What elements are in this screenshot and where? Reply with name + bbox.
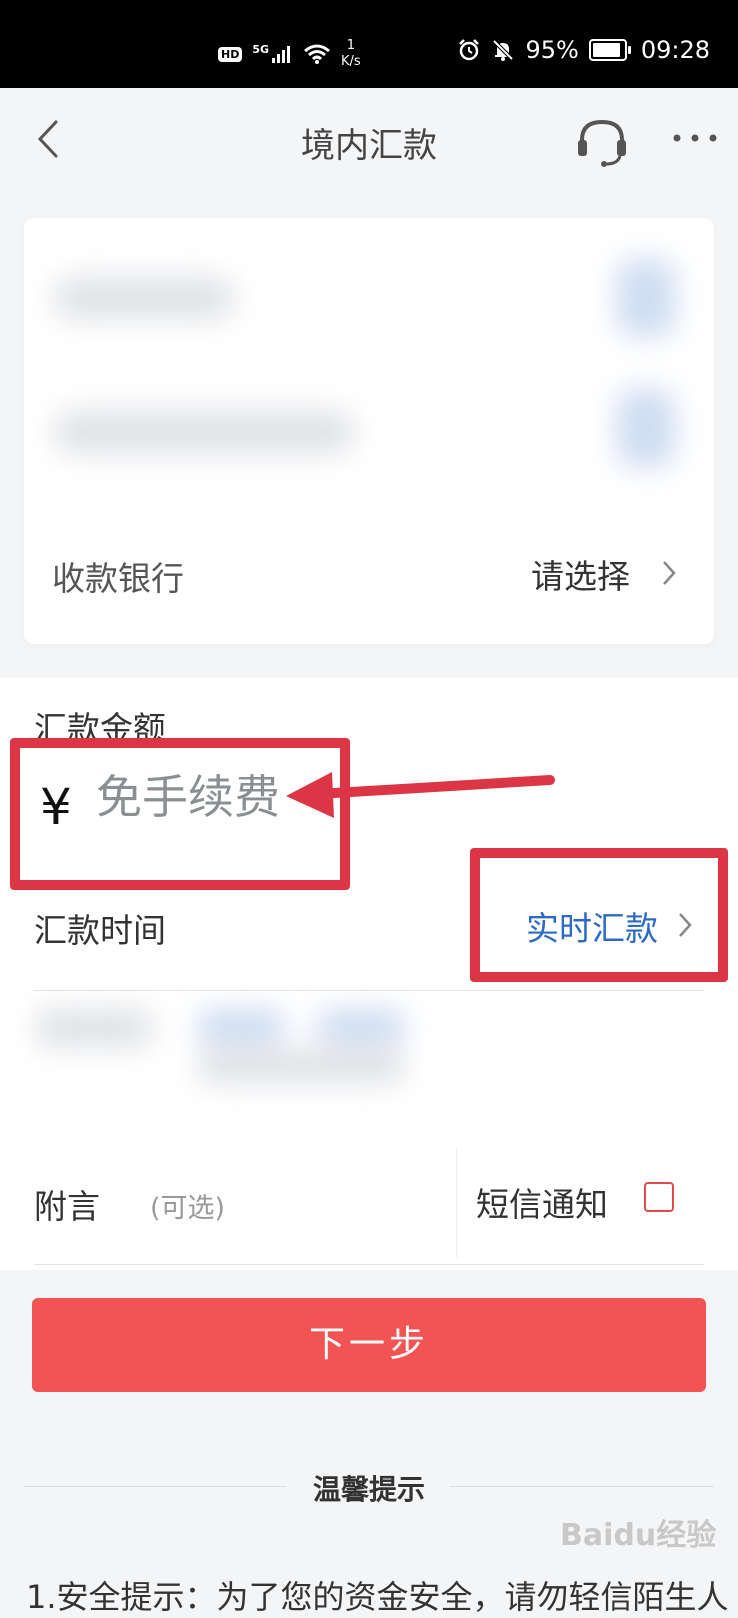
clock: 09:28: [640, 36, 710, 64]
net-speed-unit: K/s: [341, 54, 361, 69]
net-speed-value: 1: [346, 38, 356, 53]
more-button[interactable]: [670, 128, 720, 148]
blurred-info-row: [196, 1048, 406, 1084]
blurred-info-row: [316, 1008, 406, 1048]
blurred-info-row: [34, 1008, 154, 1048]
status-right: 95% 09:28: [457, 36, 710, 64]
signal-icon: [272, 46, 291, 63]
tips-text: 1.安全提示：为了您的资金安全，请勿轻信陌生人: [26, 1578, 729, 1616]
network-label: 5G: [252, 42, 270, 56]
divider: [34, 1264, 704, 1265]
customer-service-button[interactable]: [574, 114, 630, 170]
payee-card: 收款银行 请选择: [24, 218, 714, 644]
sms-label: 短信通知: [476, 1185, 608, 1224]
memo-label: 附言: [34, 1187, 100, 1226]
mute-bell-icon: [493, 39, 514, 61]
nav-bar: 境内汇款: [0, 88, 738, 192]
annotation-box-amount: [10, 738, 350, 890]
bank-label: 收款银行: [52, 559, 184, 598]
blurred-account-number: [54, 410, 354, 454]
alarm-icon: [459, 39, 480, 61]
memo-input[interactable]: (可选): [150, 1186, 225, 1225]
more-dots-icon: [673, 134, 717, 142]
blurred-scan-icon: [616, 388, 676, 468]
net-speed: 1 K/s: [341, 38, 361, 70]
wifi-icon: [304, 44, 330, 64]
hd-badge: HD: [218, 46, 243, 62]
status-bar: HD 5G 1 K/s 95% 09:28: [0, 0, 738, 88]
divider: [34, 990, 704, 991]
blurred-payee-name: [54, 276, 234, 320]
watermark: Baidu经验: [560, 1518, 717, 1553]
headset-icon: [578, 119, 626, 167]
divider: [450, 1486, 714, 1487]
divider: [456, 1148, 457, 1258]
next-button[interactable]: 下一步: [32, 1298, 706, 1392]
annotation-box-transfer-time: [470, 848, 728, 982]
blurred-contact-icon: [616, 258, 676, 338]
blurred-info-row: [196, 1008, 286, 1048]
transfer-time-label: 汇款时间: [34, 911, 166, 950]
battery-icon: [588, 39, 631, 61]
chevron-right-icon: [663, 561, 676, 585]
bank-value: 请选择: [531, 557, 630, 596]
battery-percent: 95%: [525, 36, 579, 64]
tips-title: 温馨提示: [312, 1473, 425, 1506]
status-left: HD 5G 1 K/s: [218, 38, 361, 70]
sms-checkbox[interactable]: [644, 1182, 674, 1212]
bank-selector-row[interactable]: 收款银行 请选择: [24, 508, 714, 644]
